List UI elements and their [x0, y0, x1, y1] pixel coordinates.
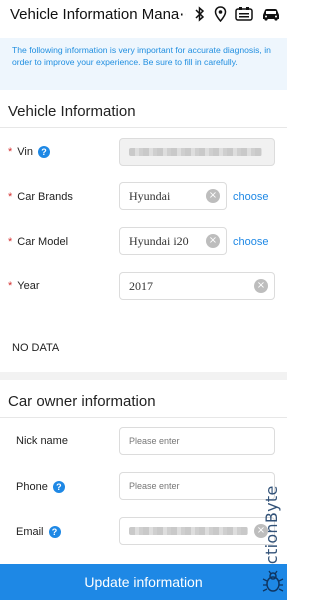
car-model-label-text: Car Model [17, 236, 69, 248]
nickname-input[interactable]: Please enter [119, 427, 275, 455]
phone-label-text: Phone [16, 481, 48, 493]
obd-connector-icon[interactable] [235, 6, 253, 22]
required-mark: * [8, 280, 13, 292]
car-model-label: * Car Model [8, 236, 68, 248]
bluetooth-icon[interactable] [194, 6, 206, 22]
car-brands-label-text: Car Brands [17, 191, 73, 203]
no-data-text: NO DATA [12, 342, 60, 354]
email-input[interactable]: × [119, 517, 275, 545]
location-pin-icon[interactable] [214, 6, 227, 22]
vin-label-text: Vin [17, 146, 33, 158]
app-header: Vehicle Information Mana⋯ [0, 0, 287, 28]
email-label: Email ? [16, 526, 61, 538]
nickname-label: Nick name [16, 435, 68, 447]
phone-label: Phone ? [16, 481, 65, 493]
clear-icon[interactable]: × [206, 189, 220, 203]
phone-input[interactable]: Please enter [119, 472, 275, 500]
email-label-text: Email [16, 526, 44, 538]
clear-icon[interactable]: × [206, 234, 220, 248]
required-mark: * [8, 146, 13, 158]
help-icon[interactable]: ? [37, 146, 50, 158]
phone-placeholder: Please enter [129, 481, 180, 491]
year-label: * Year [8, 280, 40, 292]
page-title: Vehicle Information Mana⋯ [10, 6, 186, 23]
owner-info-section-title: Car owner information [8, 393, 156, 410]
choose-model-link[interactable]: choose [233, 236, 268, 248]
divider [0, 417, 287, 418]
year-value: 2017 [129, 278, 153, 293]
divider [0, 127, 287, 128]
car-brands-field[interactable]: Hyundai × [119, 182, 227, 210]
header-icons [194, 6, 281, 22]
clear-icon[interactable]: × [254, 279, 268, 293]
bug-icon [262, 570, 284, 599]
required-mark: * [8, 191, 13, 203]
car-brands-value: Hyundai [129, 188, 171, 203]
email-blurred-value [129, 527, 248, 535]
car-model-value: Hyundai i20 [129, 233, 189, 248]
car-icon[interactable] [261, 6, 281, 22]
help-icon[interactable]: ? [52, 481, 65, 493]
required-mark: * [8, 236, 13, 248]
update-information-button[interactable]: Update information [0, 564, 287, 600]
car-model-field[interactable]: Hyundai i20 × [119, 227, 227, 255]
vin-blurred-value [129, 148, 262, 156]
section-separator [0, 372, 287, 380]
car-brands-label: * Car Brands [8, 191, 73, 203]
vin-field[interactable] [119, 138, 275, 166]
vehicle-info-section-title: Vehicle Information [8, 103, 136, 120]
notice-banner: The following information is very import… [0, 38, 287, 90]
year-field[interactable]: 2017 × [119, 272, 275, 300]
choose-brand-link[interactable]: choose [233, 191, 268, 203]
year-label-text: Year [17, 280, 40, 292]
nickname-placeholder: Please enter [129, 436, 180, 446]
vin-label: * Vin ? [8, 146, 50, 158]
help-icon[interactable]: ? [48, 526, 61, 538]
